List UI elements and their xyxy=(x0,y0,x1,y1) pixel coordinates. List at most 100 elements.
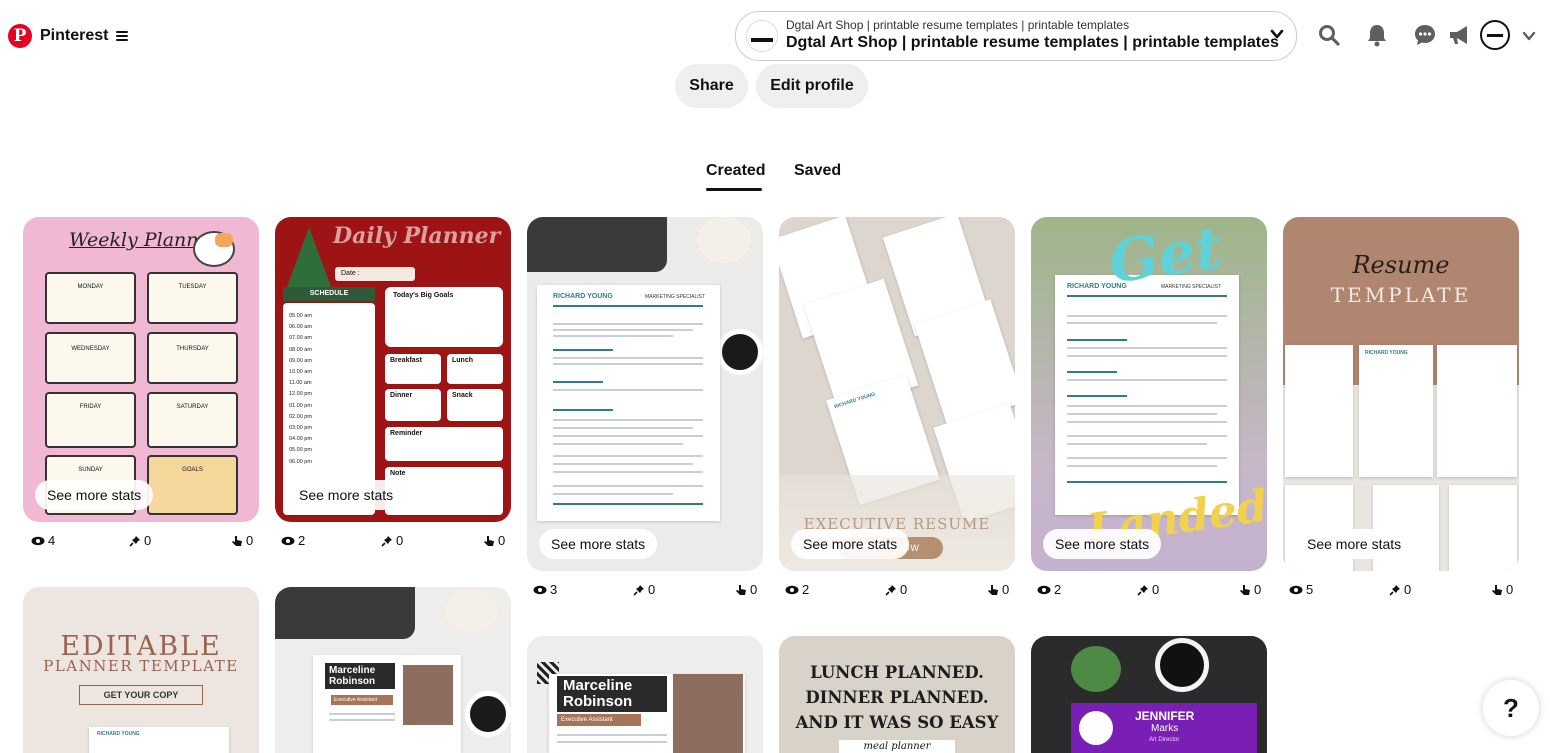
eye-icon xyxy=(785,585,799,594)
views-count: 3 xyxy=(550,582,558,597)
get-your-copy-button: GET YOUR COPY xyxy=(79,685,203,705)
pin-headline: LUNCH PLANNED. DINNER PLANNED. AND IT WA… xyxy=(795,663,999,732)
resume-name: JENNIFER xyxy=(1135,709,1195,723)
search-icon[interactable] xyxy=(1316,22,1342,48)
logo-text: Pinterest xyxy=(40,27,109,44)
resume-role: Executive Assistant xyxy=(331,695,393,705)
views-count: 2 xyxy=(298,533,306,548)
see-more-stats-button[interactable]: See more stats xyxy=(287,480,406,510)
resume-name: Marceline Robinson xyxy=(325,663,395,689)
account-switcher[interactable]: Dgtal Art Shop | printable resume templa… xyxy=(735,11,1297,61)
see-more-stats-button[interactable]: See more stats xyxy=(1043,529,1162,559)
click-icon xyxy=(232,535,242,546)
help-button[interactable]: ? xyxy=(1483,680,1539,736)
christmas-tree-illustration xyxy=(287,227,331,287)
coffee-cup-illustration xyxy=(1155,638,1209,692)
saves-count: 0 xyxy=(648,582,656,597)
pin-icon xyxy=(633,584,644,596)
pin-stats: 2 0 0 xyxy=(779,582,1015,598)
pin-resume-template[interactable]: Resume TEMPLATE RICHARD YOUNG See more s… xyxy=(1283,217,1519,571)
active-tab-indicator xyxy=(706,188,762,191)
see-more-stats-button[interactable]: See more stats xyxy=(1295,529,1414,559)
pin-editable-planner[interactable]: EDITABLE PLANNER TEMPLATE GET YOUR COPY … xyxy=(23,587,259,753)
click-icon xyxy=(1240,584,1250,595)
saves-count: 0 xyxy=(144,533,152,548)
saves-count: 0 xyxy=(396,533,404,548)
day-label: GOALS xyxy=(182,467,203,473)
coffee-cup-illustration xyxy=(465,691,511,737)
views-count: 2 xyxy=(1054,582,1062,597)
share-button[interactable]: Share xyxy=(675,64,748,108)
pin-meal-planner[interactable]: LUNCH PLANNED. DINNER PLANNED. AND IT WA… xyxy=(779,636,1015,753)
resume-name: Marceline Robinson xyxy=(557,676,667,712)
pin-jennifer-resume[interactable]: JENNIFER Marks Art Director xyxy=(1031,636,1267,753)
meal-box: Dinner xyxy=(385,389,441,421)
pin-icon xyxy=(129,535,140,547)
chevron-down-icon xyxy=(1270,29,1284,39)
account-avatar xyxy=(746,20,778,52)
vase-illustration xyxy=(445,589,497,633)
see-more-stats-button[interactable]: See more stats xyxy=(539,529,658,559)
see-more-stats-button[interactable]: See more stats xyxy=(791,529,910,559)
pinterest-logo-icon: P xyxy=(8,24,32,48)
avatar xyxy=(1079,711,1113,745)
tab-created[interactable]: Created xyxy=(706,162,766,180)
bell-icon[interactable] xyxy=(1364,22,1390,48)
pin-icon xyxy=(885,584,896,596)
resume-name: RICHARD YOUNG xyxy=(97,731,140,737)
chevron-down-icon[interactable] xyxy=(1521,28,1537,44)
reminder-box: Reminder xyxy=(385,427,503,461)
resume-paper: RICHARD YOUNG MARKETING SPECIALIST xyxy=(537,285,720,521)
day-label: MONDAY xyxy=(77,284,104,290)
pinterest-logo[interactable]: P Pinterest xyxy=(8,24,129,48)
pin-daily-planner[interactable]: Daily Planner Date : SCHEDULE 05.00 am 06… xyxy=(275,217,511,522)
meal-box: Lunch xyxy=(447,354,503,384)
edit-profile-button[interactable]: Edit profile xyxy=(756,64,868,108)
portrait-photo xyxy=(673,674,743,753)
pin-stats: 5 0 0 xyxy=(1283,582,1519,598)
pin-icon xyxy=(381,535,392,547)
eye-icon xyxy=(1037,585,1051,594)
resume-name: RICHARD YOUNG xyxy=(553,293,613,300)
chat-icon[interactable] xyxy=(1412,22,1438,48)
avatar[interactable] xyxy=(1480,20,1510,50)
click-icon xyxy=(736,584,746,595)
meal-box: Snack xyxy=(447,389,503,421)
portrait-photo xyxy=(403,665,453,725)
see-more-stats-button[interactable]: See more stats xyxy=(35,480,154,510)
menu-icon[interactable] xyxy=(116,31,129,41)
resume-role: Executive Assistant xyxy=(557,714,641,726)
laptop-illustration xyxy=(527,217,667,272)
click-icon xyxy=(988,584,998,595)
eye-icon xyxy=(533,585,547,594)
resume-paper: RICHARD YOUNG MARKETING SPECIALIST xyxy=(1055,275,1239,515)
pin-subtitle: PLANNER TEMPLATE xyxy=(43,657,239,675)
views-count: 4 xyxy=(48,533,56,548)
meal-box: Breakfast xyxy=(385,354,441,384)
pin-title: Daily Planner xyxy=(333,223,501,249)
resume-name: RICHARD YOUNG xyxy=(1365,350,1408,356)
clicks-count: 0 xyxy=(1506,582,1514,597)
click-icon xyxy=(1492,584,1502,595)
tab-saved[interactable]: Saved xyxy=(794,162,841,180)
pin-weekly-planner[interactable]: Weekly Planner MONDAY TUESDAY WEDNESDAY … xyxy=(23,217,259,522)
account-subtitle: Dgtal Art Shop | printable resume templa… xyxy=(786,18,1130,32)
pin-resume-desk[interactable]: RICHARD YOUNG MARKETING SPECIALIST See m… xyxy=(527,217,763,571)
megaphone-icon[interactable] xyxy=(1447,22,1473,48)
plant-illustration xyxy=(1071,646,1121,692)
eye-icon xyxy=(281,536,295,545)
date-label: Date : xyxy=(335,267,415,281)
pin-subtitle: TEMPLATE xyxy=(1330,283,1472,307)
clicks-count: 0 xyxy=(246,533,254,548)
pin-icon xyxy=(1389,584,1400,596)
pin-get-landed[interactable]: RICHARD YOUNG MARKETING SPECIALIST Get L… xyxy=(1031,217,1267,571)
pin-marceline-resume[interactable]: Marceline Robinson Executive Assistant xyxy=(275,587,511,753)
pin-title: Resume xyxy=(1352,251,1450,279)
clicks-count: 0 xyxy=(750,582,758,597)
pin-executive-resume[interactable]: RICHARD YOUNG EXECUTIVE RESUME SHOP NOW … xyxy=(779,217,1015,571)
saves-count: 0 xyxy=(1152,582,1160,597)
views-count: 5 xyxy=(1306,582,1314,597)
day-label: TUESDAY xyxy=(178,284,207,290)
account-name: Dgtal Art Shop | printable resume templa… xyxy=(786,34,1279,51)
pin-marceline-resume-2[interactable]: Marceline Robinson Executive Assistant xyxy=(527,636,763,753)
